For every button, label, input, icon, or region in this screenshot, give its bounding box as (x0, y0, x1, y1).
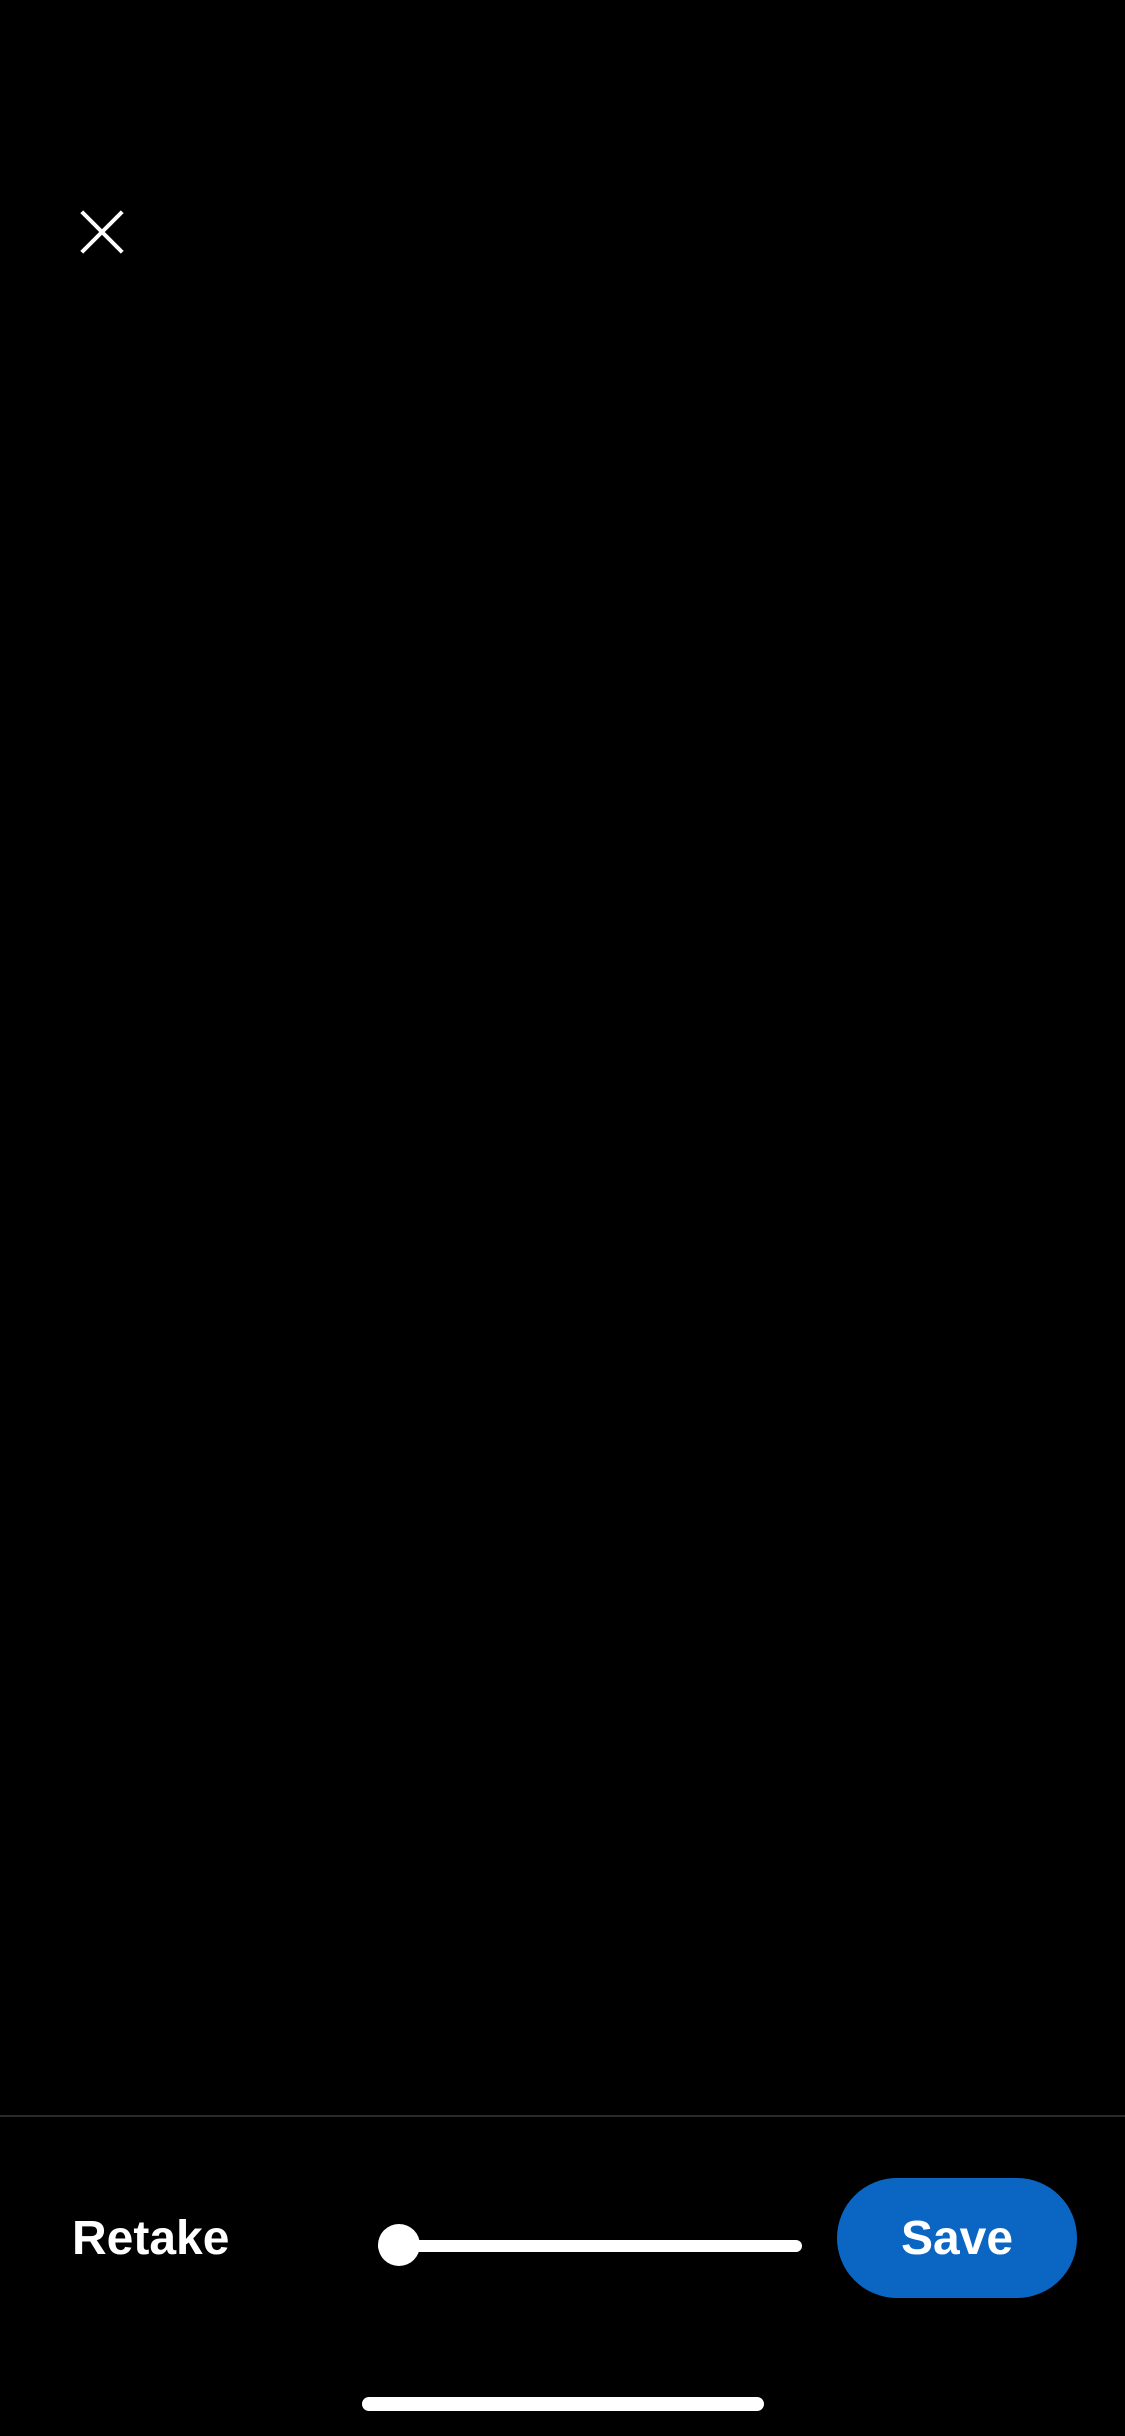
close-icon (80, 210, 124, 254)
adjustment-slider[interactable] (378, 2220, 802, 2270)
home-indicator (362, 2397, 764, 2411)
slider-track (378, 2240, 802, 2252)
slider-thumb[interactable] (378, 2224, 421, 2266)
close-button[interactable] (70, 200, 134, 264)
photo-preview-area (0, 0, 1125, 2115)
save-button[interactable]: Save (837, 2178, 1077, 2298)
retake-button[interactable]: Retake (72, 2205, 229, 2271)
